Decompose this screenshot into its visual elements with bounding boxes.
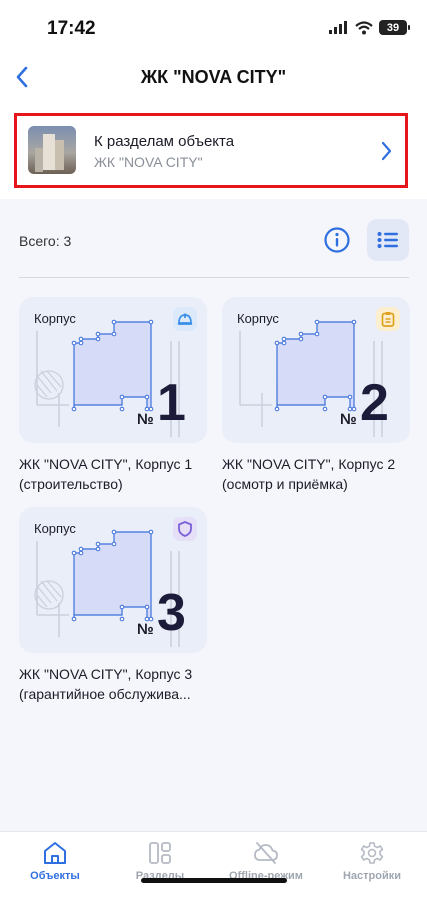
status-badge <box>173 517 197 541</box>
card-label: Корпус <box>34 521 76 536</box>
cloud-off-icon <box>254 842 278 864</box>
total-count: Всего: 3 <box>19 233 72 249</box>
shield-icon <box>178 521 192 537</box>
status-bar: 17:42 39 <box>0 0 427 58</box>
building-card-image: Корпус № 1 <box>19 297 207 443</box>
list-icon <box>377 232 398 248</box>
object-link-subtitle: ЖК "NOVA CITY" <box>94 154 203 170</box>
building-caption: ЖК "NOVA CITY", Корпус 1 (строительство) <box>19 456 193 492</box>
building-number: 2 <box>360 374 389 432</box>
status-badge <box>173 307 197 331</box>
building-card-2[interactable]: Корпус № 2 ЖК "NOVA CITY", Корпус 2 (осм… <box>222 297 410 494</box>
chevron-right-icon <box>381 141 392 161</box>
building-card-image: Корпус № 3 <box>19 507 207 653</box>
number-sign: № <box>340 411 357 428</box>
card-label: Корпус <box>34 311 76 326</box>
status-time: 17:42 <box>47 18 96 39</box>
building-card-1[interactable]: Корпус № 1 ЖК "NOVA CITY", Корпус 1 (стр… <box>19 297 207 494</box>
gear-icon <box>360 842 384 864</box>
object-sections-link[interactable]: К разделам объекта ЖК "NOVA CITY" <box>14 113 408 188</box>
number-sign: № <box>137 411 154 428</box>
number-sign: № <box>137 621 154 638</box>
building-number: 3 <box>157 584 186 642</box>
building-caption: ЖК "NOVA CITY", Корпус 2 (осмотр и приём… <box>222 456 396 492</box>
tab-label: Объекты <box>30 870 80 882</box>
page-title: ЖК "NOVA CITY" <box>140 67 287 87</box>
tab-label: Настройки <box>342 870 402 882</box>
helmet-icon <box>177 313 193 325</box>
home-indicator <box>141 878 287 883</box>
building-number: 1 <box>157 374 186 432</box>
tab-settings[interactable]: Настройки <box>319 832 425 892</box>
navigation-bar: ЖК "NOVA CITY" <box>0 58 427 100</box>
tab-sections[interactable]: Разделы <box>107 832 213 892</box>
status-icons: 39 <box>329 20 410 35</box>
home-icon <box>44 842 66 864</box>
building-card-3[interactable]: Корпус № 3 ЖК "NOVA CITY", Корпус 3 (гар… <box>19 507 207 704</box>
buildings-area: Всего: 3 Корпус № 1 ЖК "NOVA CITY", Корп… <box>0 199 427 831</box>
cellular-signal-icon <box>329 21 347 34</box>
tab-bar: Объекты Разделы Offline-режим Настройки <box>0 831 427 920</box>
wifi-icon <box>355 20 373 34</box>
tab-objects[interactable]: Объекты <box>2 832 108 892</box>
building-card-image: Корпус № 2 <box>222 297 410 443</box>
info-icon <box>324 227 350 253</box>
battery-icon: 39 <box>379 20 410 35</box>
status-badge <box>376 307 400 331</box>
sections-icon <box>149 842 171 864</box>
info-button[interactable] <box>322 225 352 255</box>
tab-offline[interactable]: Offline-режим <box>213 832 319 892</box>
object-thumbnail <box>28 126 76 174</box>
list-view-button[interactable] <box>367 219 409 261</box>
object-link-title: К разделам объекта <box>94 133 235 150</box>
building-caption: ЖК "NOVA CITY", Корпус 3 (гарантийное об… <box>19 666 193 702</box>
clipboard-icon <box>381 312 395 327</box>
divider <box>19 277 409 278</box>
card-label: Корпус <box>237 311 279 326</box>
